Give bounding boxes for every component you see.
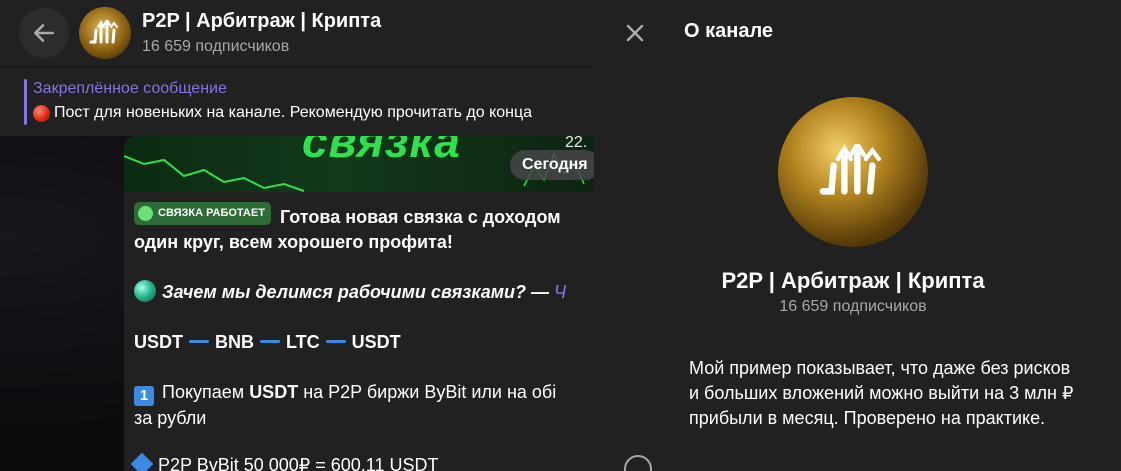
route-coin-2: BNB [215,332,254,352]
step2-line: P2P ByBit 50 000₽ = 600.11 USDT [130,452,594,471]
message-bubble[interactable]: связка 22. Сегодня СВЯЗКА РАБОТАЕТ Готов… [124,136,594,471]
pinned-title: Закреплённое сообщение [33,80,227,97]
step1-c: на P2P биржи ByBit или на обі [303,382,557,402]
red-circle-icon [33,104,50,122]
post-image-word: связка [302,136,461,167]
panel-subscriber-count: 16 659 подписчиков [779,298,927,315]
header-text[interactable]: P2P | Арбитраж | Крипта 16 659 подписчик… [142,9,381,58]
keycap-1-icon: 1 [134,386,154,406]
step1-line: 1 Покупаем USDT на P2P биржи ByBit или на… [134,380,594,406]
channel-title: P2P | Арбитраж | Крипта [142,9,382,32]
arrow-badge-icon [138,206,153,221]
telegram-window: связка 22. Сегодня СВЯЗКА РАБОТАЕТ Готов… [0,0,1121,471]
step1-line-2: за рубли [134,408,207,428]
post-image[interactable]: связка 22. Сегодня [124,136,594,192]
post-text: СВЯЗКА РАБОТАЕТ Готова новая связка с до… [130,202,594,471]
post-why-link[interactable]: Ч [554,282,566,302]
dash-icon [189,340,209,343]
step1-b: USDT [249,382,299,402]
arrow-left-icon [34,24,54,42]
globe-emoji-icon [134,280,156,302]
post-why-text: Зачем мы делимся рабочими связками? — [162,282,550,302]
chat-pane: связка 22. Сегодня СВЯЗКА РАБОТАЕТ Готов… [0,0,594,471]
post-line-1-text: Готова новая связка с доходом [279,207,561,227]
channel-avatar[interactable] [79,7,131,59]
channel-logo-icon [819,144,881,195]
dash-icon [325,340,346,343]
channel-avatar-large[interactable] [778,97,928,247]
pinned-text-row: Пост для новеньких на канале. Рекомендую… [33,104,532,122]
channel-logo-icon [89,20,118,44]
diamond-icon [130,452,154,471]
channel-description: Мой пример показывает, что даже без риск… [689,358,1074,428]
badge-label: СВЯЗКА РАБОТАЕТ [158,207,265,219]
post-line-1: СВЯЗКА РАБОТАЕТ Готова новая связка с до… [134,202,594,230]
badge-svyazka: СВЯЗКА РАБОТАЕТ [134,202,271,225]
pinned-text: Пост для новеньких на канале. Рекомендую… [54,104,533,121]
pinned-message[interactable]: Закреплённое сообщение Пост для новеньки… [0,66,594,136]
date-pill: Сегодня [510,150,594,180]
step1-a: Покупаем [162,382,245,402]
route-line: USDT BNB LTC USDT [134,330,594,355]
close-button[interactable] [620,18,650,48]
post-line-2: один круг, всем хорошего профита! [134,232,453,252]
chat-header: P2P | Арбитраж | Крипта 16 659 подписчик… [0,0,594,66]
panel-channel-name: P2P | Арбитраж | Крипта [721,268,985,293]
post-why-line: Зачем мы делимся рабочими связками? — Ч [134,280,594,305]
panel-title: О канале [684,20,774,42]
subscriber-count: 16 659 подписчиков [142,37,290,55]
back-button[interactable] [19,8,69,58]
info-icon [624,455,652,471]
route-coin-1: USDT [134,332,183,352]
route-coin-4: USDT [351,332,401,352]
pinned-indicator [24,79,27,125]
step2-text: P2P ByBit 50 000₽ = 600.11 USDT [158,455,439,471]
route-coin-3: LTC [286,332,320,352]
channel-info-panel: О канале P2P | Арбитраж | Крипта 16 659 … [594,0,1121,471]
dash-icon [260,340,280,343]
close-icon [626,24,644,42]
